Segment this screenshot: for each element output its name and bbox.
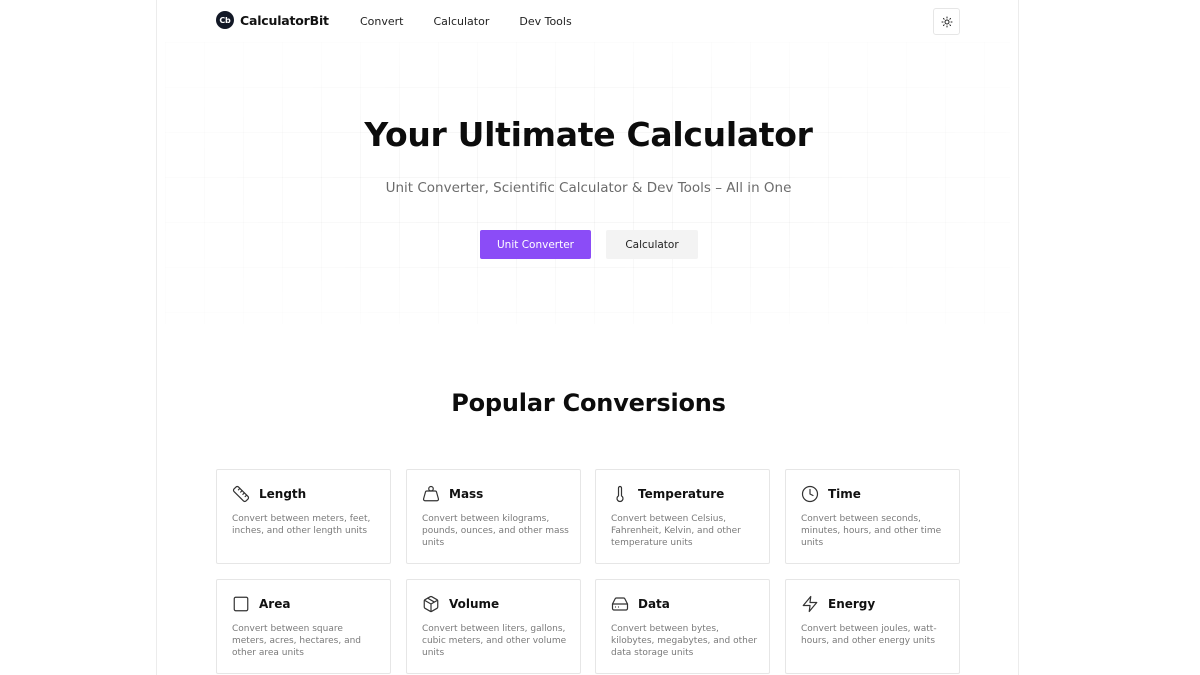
unit-converter-button[interactable]: Unit Converter (480, 230, 591, 259)
card-header: Volume (422, 595, 499, 613)
nav-link-calculator[interactable]: Calculator (434, 15, 490, 28)
clock-icon (801, 485, 819, 503)
brand-logo-link[interactable]: Cb CalculatorBit (216, 11, 329, 29)
card-title: Data (638, 597, 670, 611)
card-description: Convert between kilograms, pounds, ounce… (422, 514, 569, 548)
card-mass[interactable]: Mass Convert between kilograms, pounds, … (406, 469, 581, 564)
theme-toggle-button[interactable] (933, 8, 960, 35)
square-icon (232, 595, 250, 613)
card-title: Volume (449, 597, 500, 611)
top-navigation: Cb CalculatorBit Convert Calculator Dev … (157, 0, 1018, 44)
brand-name: CalculatorBit (240, 12, 329, 28)
card-data[interactable]: Data Convert between bytes, kilobytes, m… (595, 579, 770, 674)
card-title: Mass (449, 487, 484, 501)
sun-icon (941, 16, 952, 27)
card-title: Time (828, 487, 861, 501)
card-energy[interactable]: Energy Convert between joules, watt-hour… (785, 579, 960, 674)
nav-links: Convert Calculator Dev Tools (360, 15, 572, 28)
card-title: Temperature (638, 487, 725, 501)
card-header: Energy (801, 595, 875, 613)
card-header: Temperature (611, 485, 724, 503)
card-description: Convert between seconds, minutes, hours,… (801, 514, 942, 548)
brand-logo-icon: Cb (216, 11, 234, 29)
card-description: Convert between bytes, kilobytes, megaby… (611, 624, 758, 658)
hero-subtitle: Unit Converter, Scientific Calculator & … (385, 180, 792, 196)
card-area[interactable]: Area Convert between square meters, acre… (216, 579, 391, 674)
card-description: Convert between square meters, acres, he… (232, 624, 362, 658)
card-title: Length (259, 487, 307, 501)
card-header: Length (232, 485, 306, 503)
cube-icon (422, 595, 440, 613)
card-header: Mass (422, 485, 483, 503)
ruler-icon (232, 485, 250, 503)
card-title: Energy (828, 597, 876, 611)
nav-link-convert[interactable]: Convert (360, 15, 404, 28)
card-temperature[interactable]: Temperature Convert between Celsius, Fah… (595, 469, 770, 564)
nav-link-dev-tools[interactable]: Dev Tools (519, 15, 571, 28)
hard-drive-icon (611, 595, 629, 613)
card-time[interactable]: Time Convert between seconds, minutes, h… (785, 469, 960, 564)
weight-icon (422, 485, 440, 503)
page-frame: Cb CalculatorBit Convert Calculator Dev … (156, 0, 1019, 675)
calculator-button[interactable]: Calculator (606, 230, 698, 259)
card-description: Convert between meters, feet, inches, an… (232, 514, 371, 536)
card-volume[interactable]: Volume Convert between liters, gallons, … (406, 579, 581, 674)
popular-conversions-title: Popular Conversions (451, 389, 726, 417)
card-description: Convert between liters, gallons, cubic m… (422, 624, 567, 658)
lightning-icon (801, 595, 819, 613)
hero-title: Your Ultimate Calculator (364, 115, 813, 154)
card-title: Area (259, 597, 291, 611)
card-description: Convert between Celsius, Fahrenheit, Kel… (611, 514, 741, 548)
card-header: Time (801, 485, 861, 503)
card-length[interactable]: Length Convert between meters, feet, inc… (216, 469, 391, 564)
thermometer-icon (611, 485, 629, 503)
card-header: Data (611, 595, 670, 613)
hero-actions: Unit Converter Calculator (480, 230, 698, 259)
card-header: Area (232, 595, 290, 613)
card-description: Convert between joules, watt-hours, and … (801, 624, 937, 646)
